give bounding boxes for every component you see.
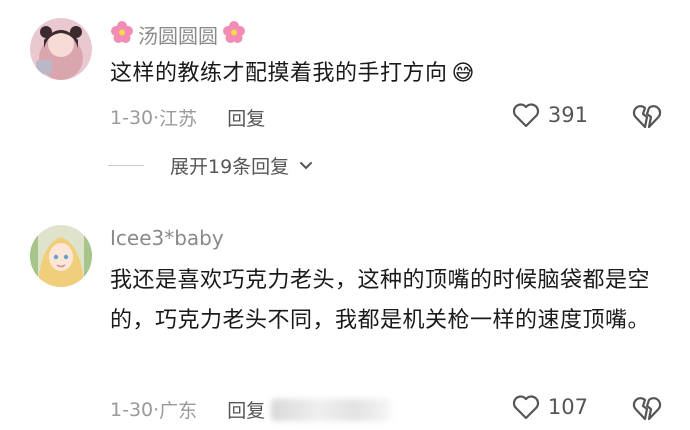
- comment-location: 广东: [159, 400, 198, 422]
- comment-text: 这样的教练才配摸着我的手打方向 😅: [110, 54, 650, 94]
- avatar[interactable]: [30, 225, 92, 287]
- comment-text-body: 我还是喜欢巧克力老头，这种的顶嘴的时候脑袋都是空的，巧克力老头不同，我都是机关枪…: [110, 268, 651, 333]
- username-text: Icee3*baby: [110, 226, 224, 250]
- broken-heart-icon: [632, 105, 662, 129]
- dislike-button[interactable]: [632, 103, 662, 133]
- like-count: 391: [547, 103, 588, 127]
- like-count: 107: [547, 395, 588, 419]
- chevron-down-icon: [300, 161, 313, 169]
- flower-icon: [110, 20, 134, 49]
- heart-outline-icon: [512, 103, 539, 128]
- comment-location: 江苏: [159, 108, 198, 130]
- expand-replies[interactable]: 展开19条回复: [108, 152, 313, 179]
- expand-replies-label: 展开19条回复: [170, 156, 290, 178]
- broken-heart-icon: [632, 397, 662, 421]
- sweat-smile-emoji: 😅: [451, 61, 475, 86]
- reply-button[interactable]: 回复: [227, 396, 265, 423]
- username[interactable]: 汤圆圆圆: [110, 20, 246, 49]
- divider-line: [108, 165, 144, 166]
- username-text: 汤圆圆圆: [138, 24, 218, 48]
- avatar[interactable]: [30, 18, 92, 80]
- comment-meta: 1-30 · 江苏 回复: [110, 104, 265, 131]
- blurred-overlay: [271, 398, 392, 421]
- like-button[interactable]: 391: [512, 102, 588, 128]
- comment-text: 我还是喜欢巧克力老头，这种的顶嘴的时候脑袋都是空的，巧克力老头不同，我都是机关枪…: [110, 261, 650, 341]
- comment-date: 1-30: [110, 398, 154, 421]
- comment-meta: 1-30 · 广东 回复: [110, 396, 392, 423]
- like-button[interactable]: 107: [512, 394, 588, 420]
- flower-icon: [222, 20, 246, 49]
- reply-button[interactable]: 回复: [227, 104, 265, 131]
- comment-date: 1-30: [110, 106, 154, 129]
- heart-outline-icon: [512, 395, 539, 420]
- username[interactable]: Icee3*baby: [110, 226, 224, 250]
- dislike-button[interactable]: [632, 395, 662, 425]
- comment-text-body: 这样的教练才配摸着我的手打方向: [110, 61, 448, 86]
